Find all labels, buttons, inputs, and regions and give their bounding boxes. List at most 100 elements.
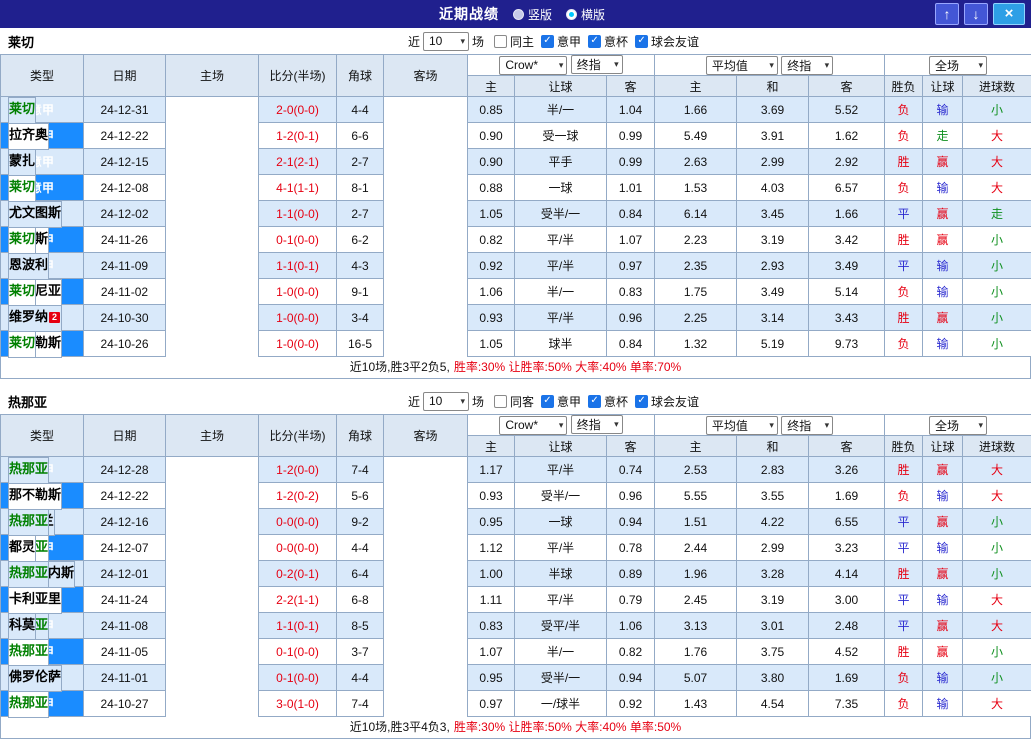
handicap-result-cell: 赢 — [923, 613, 963, 639]
handicap-line-cell: 平/半 — [515, 457, 607, 483]
goals-result-cell: 大 — [963, 457, 1031, 483]
avg-home-odds-cell: 1.53 — [655, 175, 737, 201]
handicap-away-odds-cell: 0.92 — [607, 691, 655, 717]
checkbox-label: 同客 — [510, 393, 534, 410]
col-header-home-odds: 主 — [468, 436, 515, 457]
red-card-badge: 2 — [49, 312, 60, 323]
avg-away-odds-cell: 1.66 — [809, 201, 885, 227]
match-count-select[interactable]: 10 ▾ — [423, 392, 469, 411]
score-cell: 1-2(0-0) — [259, 457, 337, 483]
match-row[interactable]: 意甲24-10-26那不勒斯1-0(0-0)16-5莱切1.05球半0.841.… — [1, 331, 1031, 357]
match-row[interactable]: 意甲24-11-05帕尔马0-1(0-0)3-7热那亚1.07半/一0.821.… — [1, 639, 1031, 665]
col-header-away-odds: 客 — [607, 436, 655, 457]
scope-header: 全场▾ — [885, 55, 1031, 76]
away-team-cell: 莱切 — [8, 175, 36, 202]
match-row[interactable]: 意甲24-12-08罗马4-1(1-1)8-1莱切0.88一球1.011.534… — [1, 175, 1031, 201]
match-row[interactable]: 意甲24-10-27拉齐奥3-0(1-0)7-4热那亚0.97一/球半0.921… — [1, 691, 1031, 717]
score-cell: 0-2(0-1) — [259, 561, 337, 587]
match-row[interactable]: 意甲24-12-07热那亚0-0(0-0)4-4都灵1.12平/半0.782.4… — [1, 535, 1031, 561]
match-row[interactable]: 意甲24-11-24热那亚2-2(1-1)6-8卡利亚里1.11平/半0.792… — [1, 587, 1031, 613]
match-row[interactable]: 意甲24-11-09莱切1-1(0-1)4-3恩波利0.92平/半0.972.3… — [1, 253, 1031, 279]
match-row[interactable]: 意甲24-12-22热那亚1-2(0-2)5-6那不勒斯0.93受半/一0.96… — [1, 483, 1031, 509]
odds-company-select[interactable]: Crow*▾ — [499, 56, 567, 75]
corners-cell: 6-8 — [337, 587, 384, 613]
match-row[interactable]: 意甲24-11-01热那亚0-1(0-0)4-4佛罗伦萨0.95受半/一0.94… — [1, 665, 1031, 691]
avg-away-odds-cell: 9.73 — [809, 331, 885, 357]
col-header-goals: 进球数 — [963, 436, 1031, 457]
filter-checkbox[interactable]: ✓球会友谊 — [635, 393, 699, 410]
match-row[interactable]: 意甲24-12-15莱切2-1(2-1)2-7蒙扎0.90平手0.992.632… — [1, 149, 1031, 175]
match-row[interactable]: 意甲24-11-08热那亚1-1(0-1)8-5科莫0.83受平/半1.063.… — [1, 613, 1031, 639]
average-stage-select[interactable]: 终指▾ — [781, 416, 833, 435]
move-up-button[interactable]: ↑ — [935, 3, 959, 25]
filter-checkbox[interactable]: ✓球会友谊 — [635, 33, 699, 50]
away-team-cell: 热那亚 — [8, 639, 49, 666]
avg-home-odds-cell: 1.51 — [655, 509, 737, 535]
filter-checkbox[interactable]: ✓意甲 — [541, 33, 581, 50]
score-cell: 1-0(0-0) — [259, 279, 337, 305]
filter-checkbox[interactable]: ✓意甲 — [541, 393, 581, 410]
match-row[interactable]: 意甲24-11-02博洛尼亚1-0(0-0)9-1莱切1.06半/一0.831.… — [1, 279, 1031, 305]
record-summary: 近10场,胜3平2负5,胜率:30% 让胜率:50% 大率:40% 单率:70% — [0, 357, 1031, 379]
avg-draw-odds-cell: 3.69 — [737, 97, 809, 123]
avg-home-odds-cell: 1.43 — [655, 691, 737, 717]
chevron-down-icon: ▾ — [825, 60, 830, 71]
summary-rates: 胜率:30% 让胜率:50% 大率:40% 单率:70% — [454, 360, 681, 374]
date-cell: 24-12-15 — [84, 149, 166, 175]
handicap-result-cell: 输 — [923, 253, 963, 279]
team-name-heading: 热那亚 — [8, 392, 47, 411]
scope-select[interactable]: 全场▾ — [929, 416, 987, 435]
average-stage-select[interactable]: 终指▾ — [781, 56, 833, 75]
avg-home-odds-cell: 1.66 — [655, 97, 737, 123]
col-header-avg-away: 客 — [809, 436, 885, 457]
filter-checkbox[interactable]: ✓意杯 — [588, 33, 628, 50]
team-name: 莱切 — [9, 179, 35, 194]
match-count-select[interactable]: 10 ▾ — [423, 32, 469, 51]
match-row[interactable]: 意甲24-12-011乌迪内斯0-2(0-1)6-4热那亚1.00半球0.891… — [1, 561, 1031, 587]
average-select[interactable]: 平均值▾ — [706, 416, 778, 435]
team-name: 热那亚 — [9, 461, 48, 476]
filter-checkbox[interactable]: 同客 — [494, 393, 534, 410]
chevron-down-icon: ▾ — [979, 60, 984, 71]
filter-checkbox[interactable]: 同主 — [494, 33, 534, 50]
match-row[interactable]: 意甲24-12-221莱切1-2(0-1)6-6拉齐奥0.90受一球0.995.… — [1, 123, 1031, 149]
match-row[interactable]: 意甲24-12-02莱切1-1(0-0)2-7尤文图斯1.05受半/一0.846… — [1, 201, 1031, 227]
col-header-goals: 进球数 — [963, 76, 1031, 97]
match-row[interactable]: 意甲24-12-28恩波利1-2(0-0)7-4热那亚1.17平/半0.742.… — [1, 457, 1031, 483]
match-row[interactable]: 意甲24-11-26威尼斯0-1(0-0)6-2莱切0.82平/半1.072.2… — [1, 227, 1031, 253]
close-button[interactable]: × — [993, 3, 1025, 25]
match-row[interactable]: 意甲24-12-16AC米兰0-0(0-0)9-2热那亚0.95一球0.941.… — [1, 509, 1031, 535]
avg-home-odds-cell: 2.44 — [655, 535, 737, 561]
checkbox-label: 意杯 — [604, 393, 628, 410]
odds-stage-select[interactable]: 终指▾ — [571, 55, 623, 74]
avg-away-odds-cell: 2.92 — [809, 149, 885, 175]
col-header-avg-draw: 和 — [737, 436, 809, 457]
layout-vertical-radio[interactable]: 竖版 — [513, 6, 552, 23]
handicap-line-cell: 受平/半 — [515, 613, 607, 639]
odds-stage-select[interactable]: 终指▾ — [571, 415, 623, 434]
goals-result-cell: 小 — [963, 97, 1031, 123]
corners-cell: 5-6 — [337, 483, 384, 509]
odds-company-select[interactable]: Crow*▾ — [499, 416, 567, 435]
handicap-result-cell: 赢 — [923, 149, 963, 175]
move-down-button[interactable]: ↓ — [964, 3, 988, 25]
handicap-home-odds-cell: 0.90 — [468, 123, 515, 149]
score-cell: 3-0(1-0) — [259, 691, 337, 717]
match-row[interactable]: 意甲24-10-30莱切1-0(0-0)3-4维罗纳20.93平/半0.962.… — [1, 305, 1031, 331]
avg-away-odds-cell: 2.48 — [809, 613, 885, 639]
avg-home-odds-cell: 5.07 — [655, 665, 737, 691]
avg-home-odds-cell: 5.55 — [655, 483, 737, 509]
filter-checkbox[interactable]: ✓意杯 — [588, 393, 628, 410]
match-row[interactable]: 意甲24-12-31科莫2-0(0-0)4-4莱切0.85半/一1.041.66… — [1, 97, 1031, 123]
away-team-cell: 卡利亚里 — [8, 587, 62, 614]
average-select[interactable]: 平均值▾ — [706, 56, 778, 75]
away-team-cell: 莱切 — [8, 331, 36, 358]
avg-away-odds-cell: 3.43 — [809, 305, 885, 331]
handicap-line-cell: 受半/一 — [515, 483, 607, 509]
corners-cell: 6-2 — [337, 227, 384, 253]
scope-select[interactable]: 全场▾ — [929, 56, 987, 75]
away-team-cell: 热那亚 — [8, 561, 49, 588]
select-value: 终指 — [787, 417, 811, 434]
team-name: 拉齐奥 — [9, 127, 48, 142]
layout-horizontal-radio[interactable]: 横版 — [566, 6, 605, 23]
